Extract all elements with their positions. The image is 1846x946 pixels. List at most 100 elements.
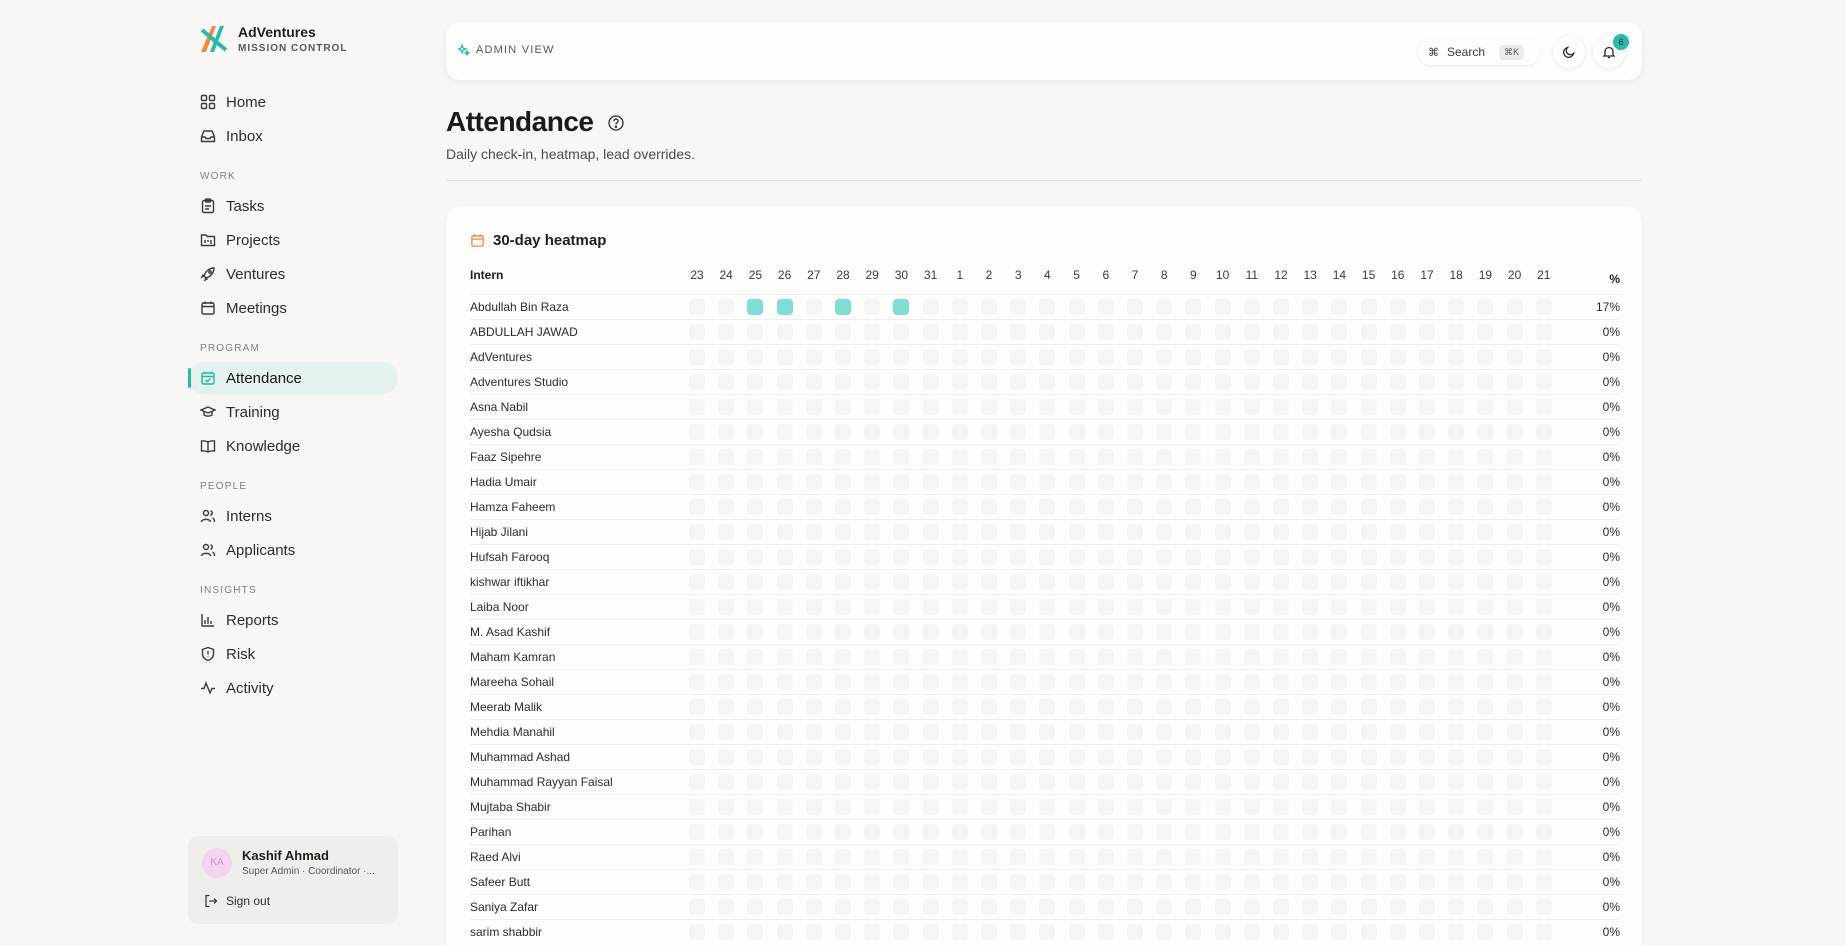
- heatmap-cell[interactable]: [1127, 299, 1143, 315]
- heatmap-cell[interactable]: [1068, 349, 1085, 365]
- heatmap-cell[interactable]: [922, 649, 939, 665]
- heatmap-cell[interactable]: [835, 599, 851, 615]
- heatmap-cell[interactable]: [776, 824, 793, 840]
- heatmap-cell[interactable]: [835, 349, 851, 365]
- intern-name[interactable]: Hamza Faheem: [470, 500, 555, 514]
- heatmap-cell[interactable]: [1097, 649, 1114, 665]
- heatmap-cell[interactable]: [1068, 724, 1085, 740]
- heatmap-cell[interactable]: [1010, 399, 1027, 415]
- heatmap-cell[interactable]: [1419, 449, 1435, 465]
- heatmap-cell[interactable]: [1156, 449, 1173, 465]
- heatmap-cell[interactable]: [718, 924, 735, 940]
- heatmap-cell[interactable]: [1302, 599, 1319, 615]
- heatmap-cell[interactable]: [776, 924, 793, 940]
- intern-name[interactable]: Maham Kamran: [470, 650, 555, 664]
- heatmap-cell[interactable]: [893, 699, 910, 715]
- heatmap-cell[interactable]: [1273, 774, 1289, 790]
- heatmap-cell[interactable]: [1360, 524, 1377, 540]
- heatmap-cell[interactable]: [835, 749, 851, 765]
- intern-name[interactable]: Saniya Zafar: [470, 900, 538, 914]
- heatmap-cell[interactable]: [776, 624, 793, 640]
- heatmap-cell[interactable]: [1302, 524, 1319, 540]
- heatmap-cell[interactable]: [1506, 849, 1523, 865]
- heatmap-cell[interactable]: [1214, 774, 1231, 790]
- heatmap-cell[interactable]: [835, 449, 851, 465]
- heatmap-cell[interactable]: [864, 349, 881, 365]
- heatmap-cell[interactable]: [1535, 674, 1552, 690]
- heatmap-cell[interactable]: [1419, 399, 1435, 415]
- heatmap-cell[interactable]: [864, 624, 881, 640]
- heatmap-cell[interactable]: [1127, 524, 1143, 540]
- heatmap-cell[interactable]: [1097, 474, 1114, 490]
- heatmap-cell[interactable]: [1535, 499, 1552, 515]
- heatmap-cell[interactable]: [1477, 799, 1494, 815]
- heatmap-cell[interactable]: [1477, 624, 1494, 640]
- heatmap-cell[interactable]: [951, 349, 968, 365]
- heatmap-cell[interactable]: [747, 449, 764, 465]
- heatmap-cell[interactable]: [1331, 749, 1348, 765]
- heatmap-cell[interactable]: [1214, 724, 1231, 740]
- heatmap-cell[interactable]: [1156, 399, 1173, 415]
- heatmap-cell[interactable]: [835, 399, 851, 415]
- heatmap-cell[interactable]: [1419, 624, 1435, 640]
- heatmap-cell[interactable]: [1185, 474, 1202, 490]
- heatmap-cell[interactable]: [689, 299, 705, 315]
- heatmap-cell[interactable]: [1448, 599, 1465, 615]
- intern-name[interactable]: Hufsah Farooq: [470, 550, 549, 564]
- heatmap-cell[interactable]: [922, 824, 939, 840]
- heatmap-cell[interactable]: [805, 499, 822, 515]
- heatmap-cell[interactable]: [1535, 749, 1552, 765]
- heatmap-cell[interactable]: [864, 849, 881, 865]
- heatmap-cell[interactable]: [1331, 899, 1348, 915]
- heatmap-cell[interactable]: [835, 924, 851, 940]
- heatmap-cell[interactable]: [1360, 699, 1377, 715]
- heatmap-cell[interactable]: [689, 374, 705, 390]
- heatmap-cell[interactable]: [1535, 524, 1552, 540]
- heatmap-cell[interactable]: [805, 324, 822, 340]
- heatmap-cell[interactable]: [1506, 374, 1523, 390]
- heatmap-cell[interactable]: [981, 399, 997, 415]
- heatmap-cell-present[interactable]: [835, 299, 851, 315]
- heatmap-cell[interactable]: [922, 524, 939, 540]
- heatmap-cell[interactable]: [1477, 924, 1494, 940]
- heatmap-cell[interactable]: [1302, 874, 1319, 890]
- heatmap-cell[interactable]: [893, 649, 910, 665]
- heatmap-cell[interactable]: [1448, 824, 1465, 840]
- intern-name[interactable]: sarim shabbir: [470, 925, 542, 939]
- heatmap-cell[interactable]: [1331, 499, 1348, 515]
- heatmap-cell[interactable]: [1448, 624, 1465, 640]
- heatmap-cell[interactable]: [1097, 574, 1114, 590]
- heatmap-cell[interactable]: [1214, 799, 1231, 815]
- heatmap-cell[interactable]: [981, 624, 997, 640]
- intern-name[interactable]: Mehdia Manahil: [470, 725, 555, 739]
- heatmap-cell[interactable]: [689, 799, 705, 815]
- heatmap-cell[interactable]: [776, 424, 793, 440]
- heatmap-cell[interactable]: [1010, 624, 1027, 640]
- heatmap-cell[interactable]: [1010, 824, 1027, 840]
- heatmap-cell[interactable]: [1506, 824, 1523, 840]
- heatmap-cell[interactable]: [1214, 324, 1231, 340]
- heatmap-cell[interactable]: [893, 874, 910, 890]
- heatmap-cell[interactable]: [805, 299, 822, 315]
- heatmap-cell[interactable]: [951, 924, 968, 940]
- heatmap-cell[interactable]: [864, 374, 881, 390]
- heatmap-cell[interactable]: [1360, 674, 1377, 690]
- heatmap-cell[interactable]: [1419, 924, 1435, 940]
- heatmap-cell[interactable]: [1506, 624, 1523, 640]
- heatmap-cell[interactable]: [718, 474, 735, 490]
- heatmap-cell[interactable]: [1360, 499, 1377, 515]
- heatmap-cell[interactable]: [1535, 574, 1552, 590]
- heatmap-cell[interactable]: [922, 499, 939, 515]
- heatmap-cell[interactable]: [1360, 299, 1377, 315]
- heatmap-cell[interactable]: [1273, 474, 1289, 490]
- heatmap-cell[interactable]: [1389, 424, 1406, 440]
- heatmap-cell[interactable]: [981, 799, 997, 815]
- heatmap-cell[interactable]: [1273, 899, 1289, 915]
- heatmap-cell[interactable]: [805, 349, 822, 365]
- heatmap-cell[interactable]: [1389, 374, 1406, 390]
- heatmap-cell[interactable]: [1302, 574, 1319, 590]
- heatmap-cell[interactable]: [1389, 749, 1406, 765]
- heatmap-cell[interactable]: [835, 774, 851, 790]
- heatmap-cell[interactable]: [1010, 474, 1027, 490]
- heatmap-cell[interactable]: [1185, 899, 1202, 915]
